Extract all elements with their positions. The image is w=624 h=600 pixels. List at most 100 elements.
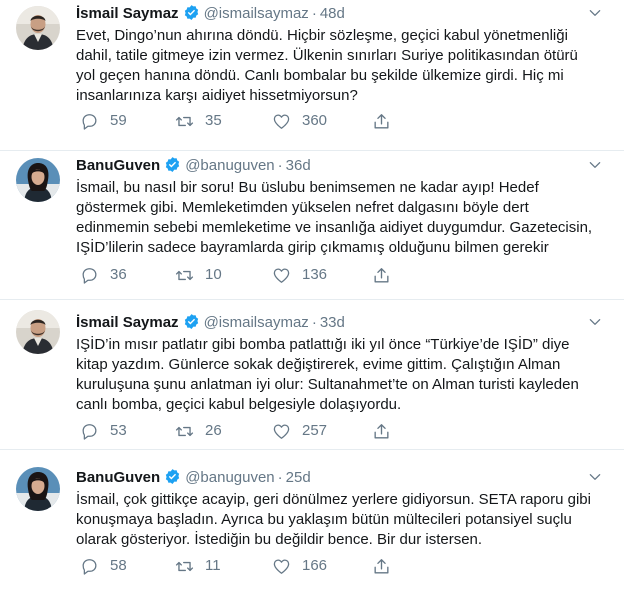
chevron-down-icon[interactable]: [588, 470, 602, 484]
tweet[interactable]: İsmail Saymaz @ismailsaymaz · 33d IŞİD’in m…: [0, 300, 624, 449]
tweet-text: Evet, Dingo’nun ahırına döndü. Hiçbir sö…: [76, 26, 606, 106]
tweet-text-line: olarak gösteriyor. İstediğin bu değildir…: [76, 531, 483, 548]
reply-icon: [82, 558, 97, 575]
verified-badge-icon: [184, 5, 198, 20]
author-handle[interactable]: @ismailsaymaz: [204, 5, 309, 22]
heart-icon: [273, 114, 290, 129]
reply-icon: [82, 267, 97, 284]
retweet-count: 35: [205, 112, 222, 129]
reply-button[interactable]: 58: [80, 556, 127, 576]
tweet-text-line: canlı bomba, geçici kabul belgesiyle dol…: [76, 396, 402, 413]
chevron-down-icon[interactable]: [588, 6, 602, 20]
retweet-icon: [175, 426, 194, 436]
like-button[interactable]: 360: [272, 111, 327, 131]
tweet[interactable]: BanuGuven @banuguven · 36d İsmail, bu nasıl…: [0, 151, 624, 299]
tweet-actions: 53 26 257: [76, 421, 496, 441]
tweet-text: IŞİD’in mısır patlatır gibi bomba patlat…: [76, 335, 606, 415]
avatar[interactable]: [16, 158, 60, 202]
retweet-button[interactable]: 26: [175, 421, 222, 441]
retweet-button[interactable]: 10: [175, 265, 222, 285]
like-button[interactable]: 166: [272, 556, 327, 576]
share-button[interactable]: [372, 265, 391, 285]
tweet-actions: 58 11 166: [76, 556, 496, 576]
tweet-actions: 36 10 136: [76, 265, 496, 285]
author-name[interactable]: BanuGuven: [76, 157, 160, 174]
retweet-icon: [175, 270, 194, 280]
share-button[interactable]: [372, 421, 391, 441]
share-icon: [374, 423, 389, 439]
tweet-text-line: göstermek gibi. Memleketimden yükselen n…: [76, 199, 529, 216]
author-handle[interactable]: @banuguven: [185, 157, 274, 174]
tweet-text: İsmail, bu nasıl bir soru! Bu üslubu ben…: [76, 178, 606, 258]
like-count: 136: [302, 266, 328, 283]
tweet-header: BanuGuven @banuguven · 25d: [76, 468, 616, 488]
timeline: İsmail Saymaz @ismailsaymaz · 48d Evet, Din…: [0, 0, 624, 600]
like-count: 360: [302, 112, 328, 129]
separator-dot: ·: [277, 157, 283, 174]
reply-icon: [82, 113, 97, 130]
retweet-icon: [175, 561, 194, 571]
avatar[interactable]: [16, 467, 60, 511]
tweet-actions: 59 35 360: [76, 111, 496, 131]
chevron-down-icon[interactable]: [588, 315, 602, 329]
share-icon: [374, 267, 389, 283]
tweet-text-line: edinmemin sebebi memleketime ve insanlığ…: [76, 219, 593, 236]
timestamp[interactable]: 48d: [320, 5, 345, 22]
tweet[interactable]: BanuGuven @banuguven · 25d İsmail, çok gitt…: [0, 450, 624, 600]
avatar[interactable]: [16, 310, 60, 354]
tweet-text-line: İsmail, çok gittikçe acayip, geri dönülm…: [76, 491, 591, 508]
tweet-text-line: insanlarınıza karşı aidiyet hissetmiyors…: [76, 87, 358, 104]
separator-dot: ·: [311, 5, 317, 22]
tweet-text-line: IŞİD’in mısır patlatır gibi bomba patlat…: [76, 336, 570, 353]
author-handle[interactable]: @banuguven: [185, 469, 274, 486]
retweet-count: 11: [205, 557, 221, 574]
share-icon: [374, 113, 389, 129]
tweet-text-line: kitap yazdım. Günlerce sokak değiştirere…: [76, 356, 561, 373]
like-count: 257: [302, 422, 328, 439]
avatar[interactable]: [16, 6, 60, 50]
retweet-count: 26: [205, 422, 222, 439]
tweet-text-line: IŞİD’lilerin sadece bayramlarda girip çı…: [76, 239, 549, 256]
author-name[interactable]: İsmail Saymaz: [76, 5, 179, 22]
like-button[interactable]: 136: [272, 265, 327, 285]
reply-count: 53: [110, 422, 127, 439]
tweet-text-line: dahil, tatile gitmeye izin vermez. Ülken…: [76, 47, 578, 64]
verified-badge-icon: [184, 314, 198, 329]
share-button[interactable]: [372, 556, 391, 576]
heart-icon: [273, 559, 290, 574]
reply-button[interactable]: 59: [80, 111, 127, 131]
tweet[interactable]: İsmail Saymaz @ismailsaymaz · 48d Evet, Din…: [0, 0, 624, 150]
tweet-header: İsmail Saymaz @ismailsaymaz · 33d: [76, 313, 616, 333]
heart-icon: [273, 268, 290, 283]
like-button[interactable]: 257: [272, 421, 327, 441]
tweet-text-line: yol geçen hanına döndü. Canlı bombalar b…: [76, 67, 564, 84]
tweet-text-line: Evet, Dingo’nun ahırına döndü. Hiçbir sö…: [76, 27, 568, 44]
tweet-header: BanuGuven @banuguven · 36d: [76, 156, 616, 176]
tweet-text-line: kuruluşuna şunu anlatman iyi olur: Sulta…: [76, 376, 579, 393]
author-handle[interactable]: @ismailsaymaz: [204, 314, 309, 331]
tweet-text-line: İsmail, bu nasıl bir soru! Bu üslubu ben…: [76, 179, 539, 196]
reply-count: 36: [110, 266, 127, 283]
verified-badge-icon: [166, 469, 180, 484]
chevron-down-icon[interactable]: [588, 158, 602, 172]
retweet-count: 10: [205, 266, 222, 283]
like-count: 166: [302, 557, 328, 574]
tweet-header: İsmail Saymaz @ismailsaymaz · 48d: [76, 4, 616, 24]
separator-dot: ·: [311, 314, 317, 331]
share-button[interactable]: [372, 111, 391, 131]
author-name[interactable]: BanuGuven: [76, 469, 160, 486]
reply-count: 59: [110, 112, 127, 129]
reply-button[interactable]: 36: [80, 265, 127, 285]
timestamp[interactable]: 25d: [286, 469, 311, 486]
share-icon: [374, 558, 389, 574]
retweet-button[interactable]: 11: [175, 556, 221, 576]
timestamp[interactable]: 36d: [286, 157, 311, 174]
tweet-text-line: konuşmaya başladın. Ayrıca bu yaklaşım b…: [76, 511, 572, 528]
timestamp[interactable]: 33d: [320, 314, 345, 331]
verified-badge-icon: [166, 157, 180, 172]
heart-icon: [273, 424, 290, 439]
retweet-button[interactable]: 35: [175, 111, 222, 131]
author-name[interactable]: İsmail Saymaz: [76, 314, 179, 331]
separator-dot: ·: [277, 469, 283, 486]
reply-button[interactable]: 53: [80, 421, 127, 441]
